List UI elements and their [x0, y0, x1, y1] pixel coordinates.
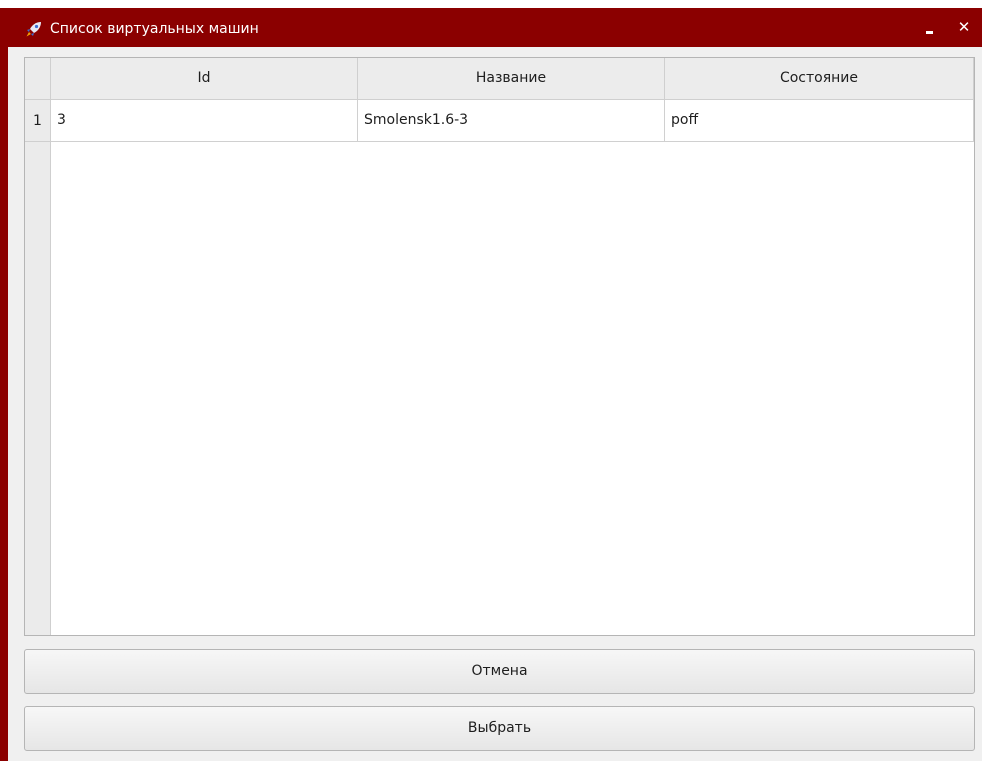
select-button[interactable]: Выбрать — [24, 706, 975, 751]
title-bar[interactable]: Список виртуальных машин ✕ — [0, 0, 982, 47]
column-header-name[interactable]: Название — [358, 58, 665, 100]
cancel-button[interactable]: Отмена — [24, 649, 975, 694]
vm-list-dialog: Список виртуальных машин ✕ Id Название С… — [0, 0, 982, 761]
column-header-id[interactable]: Id — [51, 58, 358, 100]
cell-state[interactable]: poff — [665, 100, 974, 141]
table-corner[interactable] — [25, 58, 51, 100]
window-title: Список виртуальных машин — [50, 21, 259, 37]
table-row[interactable]: 3 Smolensk1.6-3 poff — [51, 100, 974, 142]
row-header-column: 1 — [25, 100, 51, 635]
close-icon[interactable]: ✕ — [953, 16, 975, 38]
vm-table[interactable]: Id Название Состояние 1 3 Smolensk1.6-3 … — [24, 57, 975, 636]
rocket-icon — [25, 20, 43, 38]
minimize-icon[interactable] — [920, 14, 942, 40]
column-header-state[interactable]: Состояние — [665, 58, 974, 100]
table-header: Id Название Состояние — [51, 58, 974, 100]
cell-name[interactable]: Smolensk1.6-3 — [358, 100, 665, 141]
cell-id[interactable]: 3 — [51, 100, 358, 141]
row-number[interactable]: 1 — [25, 100, 50, 142]
